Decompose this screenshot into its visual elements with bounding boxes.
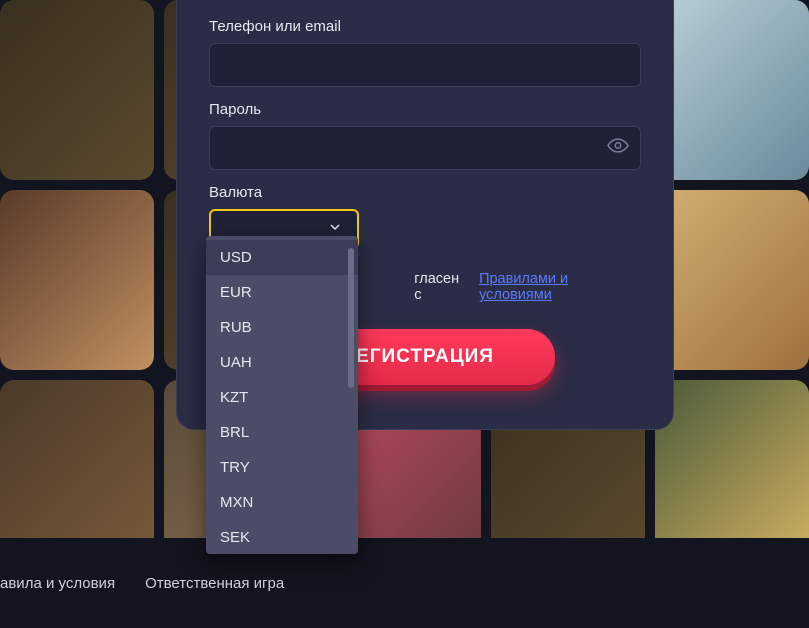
login-label: Телефон или email <box>209 18 641 35</box>
currency-option[interactable]: UAH <box>206 345 358 380</box>
currency-option[interactable]: MXN <box>206 485 358 520</box>
terms-prefix: гласен с <box>414 271 469 303</box>
password-input[interactable] <box>209 126 641 170</box>
currency-option[interactable]: RUB <box>206 310 358 345</box>
terms-link[interactable]: Правилами и условиями <box>479 271 641 303</box>
game-tile[interactable] <box>0 0 154 180</box>
currency-option[interactable]: USD <box>206 240 358 275</box>
game-tile[interactable] <box>0 380 154 560</box>
currency-label: Валюта <box>209 184 641 201</box>
game-tile[interactable] <box>655 0 809 180</box>
currency-option[interactable]: TRY <box>206 450 358 485</box>
eye-icon[interactable] <box>607 135 629 162</box>
currency-dropdown: USDEURRUBUAHKZTBRLTRYMXNSEK <box>206 236 358 554</box>
password-label: Пароль <box>209 101 641 118</box>
currency-dropdown-list: USDEURRUBUAHKZTBRLTRYMXNSEK <box>206 240 358 550</box>
currency-option[interactable]: SEK <box>206 520 358 550</box>
game-tile[interactable] <box>0 190 154 370</box>
login-input[interactable] <box>209 43 641 87</box>
currency-option[interactable]: EUR <box>206 275 358 310</box>
footer: авила и условия Ответственная игра <box>0 538 809 628</box>
scrollbar-thumb[interactable] <box>348 248 354 388</box>
game-tile[interactable] <box>655 380 809 560</box>
game-tile[interactable] <box>655 190 809 370</box>
footer-terms-link[interactable]: авила и условия <box>0 575 115 592</box>
currency-option[interactable]: BRL <box>206 415 358 450</box>
footer-responsible-link[interactable]: Ответственная игра <box>145 575 284 592</box>
currency-option[interactable]: KZT <box>206 380 358 415</box>
